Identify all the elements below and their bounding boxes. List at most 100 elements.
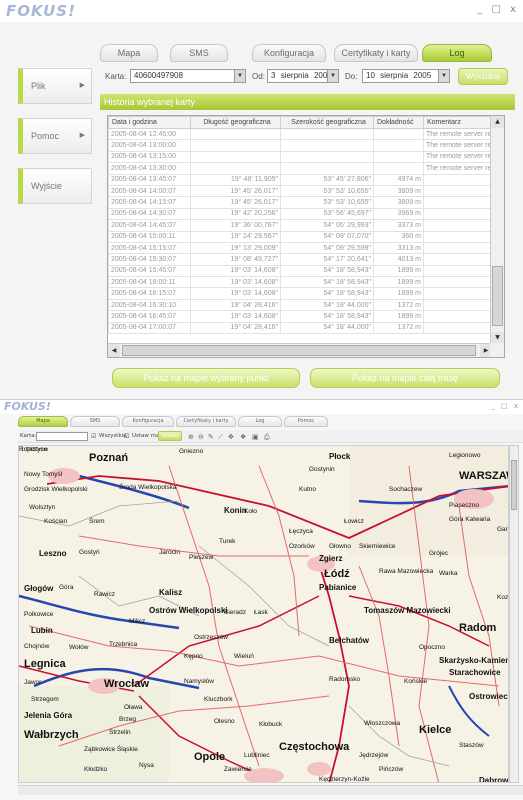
- od-label: Od:: [252, 72, 265, 81]
- od-date-picker[interactable]: 3 sierpnia 2005 ▼: [267, 69, 339, 83]
- map-city-label: Opole: [194, 751, 226, 763]
- window-controls[interactable]: _ □ x: [477, 4, 519, 15]
- cell-date: 2005-08-04 12:45:00: [108, 127, 191, 141]
- map-city-label: Brzeg: [119, 716, 136, 723]
- karta-label: Karta:: [20, 433, 37, 439]
- scroll-thumb[interactable]: [122, 345, 476, 356]
- column-header-accuracy[interactable]: Dokładność: [373, 116, 424, 129]
- map-city-label: Częstochowa: [279, 741, 350, 753]
- filter-bar: Karta: 40600497908 ▼ Od: 3 sierpnia 2005…: [100, 68, 515, 86]
- sidebar-item-plik[interactable]: Plik ▶: [18, 68, 92, 104]
- cell-comment: [423, 253, 492, 266]
- layers-icon[interactable]: ❖: [240, 433, 246, 441]
- sidebar-item-wyjscie[interactable]: Wyjście: [18, 168, 92, 204]
- tab-pomoc[interactable]: Pomoc: [284, 416, 328, 427]
- window-controls[interactable]: _ □ x: [491, 402, 520, 410]
- cell-comment: The remote server retu: [423, 150, 492, 164]
- table-row[interactable]: 2005-08-04 15:30:07 19° 08' 49,727" 54° 17…: [108, 253, 492, 266]
- show-route-on-map-button[interactable]: Pokaż na mapie całą trasę: [310, 368, 500, 388]
- tab-certyfikaty[interactable]: Certyfikaty i karty: [334, 44, 418, 62]
- table-row[interactable]: 2005-08-04 15:00:11 19° 24' 29,567" 54° 09…: [108, 230, 492, 243]
- vertical-scrollbar[interactable]: [509, 445, 519, 783]
- table-row[interactable]: 2005-08-04 13:00:00 The remote server ret…: [108, 139, 492, 152]
- tab-certyfikaty[interactable]: Certyfikaty i karty: [176, 416, 236, 427]
- map-view[interactable]: 1:7480mm Gniezno Płock Legionowo Poznań Nowy…: [18, 445, 509, 783]
- map-city-label: Góra Kalwaria: [449, 516, 491, 523]
- tab-sms[interactable]: SMS: [70, 416, 120, 427]
- column-header-date[interactable]: Data i godzina: [108, 116, 191, 129]
- search-button[interactable]: Szukaj: [158, 431, 182, 441]
- table-row[interactable]: 2005-08-04 16:45:07 19° 03' 14,608" 54° 18…: [108, 310, 492, 323]
- pan-icon[interactable]: ✥: [228, 433, 234, 441]
- cell-comment: [423, 207, 492, 221]
- table-row[interactable]: 2005-08-04 14:00:07 19° 45' 26,017" 53° 53…: [108, 184, 492, 198]
- table-row[interactable]: 2005-08-04 15:15:07 19° 13' 29,009" 54° 09…: [108, 241, 492, 255]
- cell-comment: [423, 298, 492, 312]
- zoom-in-icon[interactable]: ⊕: [188, 433, 194, 441]
- save-icon[interactable]: ▣: [252, 433, 259, 441]
- table-row[interactable]: 2005-08-04 15:45:07 19° 03' 14,608" 54° 18…: [108, 264, 492, 278]
- karta-select[interactable]: [36, 432, 88, 441]
- cell-latitude: 53° 45' 27,806": [280, 173, 374, 186]
- scroll-up-icon[interactable]: ▲: [491, 116, 504, 128]
- table-row[interactable]: 2005-08-04 17:00:07 19° 04' 28,416" 54° 18…: [108, 321, 492, 335]
- map-city-label: Pińczów: [379, 766, 404, 773]
- karta-select[interactable]: 40600497908 ▼: [130, 69, 246, 83]
- checkbox-icon[interactable]: ☑: [124, 433, 129, 440]
- table-row[interactable]: 2005-08-04 12:45:00 The remote server ret…: [108, 127, 492, 141]
- vertical-scrollbar[interactable]: ▲ ▼: [490, 116, 504, 344]
- table-row[interactable]: 2005-08-04 16:15:07 19° 03' 14,608" 54° 18…: [108, 287, 492, 300]
- table-row[interactable]: 2005-08-04 14:45:07 19° 36' 00,767" 54° 05…: [108, 219, 492, 232]
- table-row[interactable]: 2005-08-04 13:45:07 19° 48' 11,905" 53° 45…: [108, 173, 492, 186]
- tab-konfiguracja[interactable]: Konfiguracja: [252, 44, 326, 62]
- pencil-icon[interactable]: ✎: [208, 433, 214, 441]
- map-city-label: Jędrzejów: [359, 752, 389, 759]
- search-button[interactable]: Wyszukaj: [458, 68, 508, 85]
- tab-log[interactable]: Log: [422, 44, 492, 62]
- column-header-longitude[interactable]: Długość geograficzna: [190, 116, 281, 129]
- map-city-label: Rawicz: [94, 591, 115, 598]
- tab-mapa[interactable]: Mapa: [100, 44, 158, 62]
- scroll-thumb[interactable]: [511, 460, 517, 510]
- tab-sms[interactable]: SMS: [170, 44, 228, 62]
- map-city-label: Radom: [459, 622, 497, 634]
- cell-latitude: 54° 17' 20,641": [280, 253, 374, 266]
- title-bar: FOKUS! _ □ x: [0, 400, 523, 414]
- column-header-latitude[interactable]: Szerokość geograficzna: [280, 116, 374, 129]
- map-city-label: Włoszczowa: [364, 720, 401, 727]
- map-city-label: Bełchatów: [329, 636, 370, 645]
- do-date-picker[interactable]: 10 sierpnia 2005 ▼: [362, 69, 450, 83]
- scroll-thumb[interactable]: [492, 266, 503, 326]
- table-row[interactable]: 2005-08-04 13:15:00 The remote server ret…: [108, 150, 492, 164]
- map-city-label: Opoczno: [419, 644, 446, 651]
- checkbox-icon[interactable]: ☑: [91, 433, 96, 440]
- cell-latitude: [280, 162, 374, 175]
- cell-latitude: 54° 18' 44,000": [280, 321, 374, 335]
- tab-mapa[interactable]: Mapa: [18, 416, 68, 427]
- print-icon[interactable]: ⎙: [264, 433, 270, 442]
- cell-date: 2005-08-04 16:15:07: [108, 287, 191, 300]
- cell-accuracy: [373, 162, 424, 175]
- table-row[interactable]: 2005-08-04 14:30:07 19° 42' 20,256" 53° 56…: [108, 207, 492, 221]
- table-row[interactable]: 2005-08-04 13:30:00 The remote server ret…: [108, 162, 492, 175]
- table-row[interactable]: 2005-08-04 14:15:07 19° 45' 26,017" 53° 53…: [108, 196, 492, 209]
- tab-konfiguracja[interactable]: Konfiguracja: [122, 416, 174, 427]
- show-point-on-map-button[interactable]: Pokaż na mapie wybrany punkt: [112, 368, 300, 388]
- table-row[interactable]: 2005-08-04 16:30:10 19° 04' 28,416" 54° 18…: [108, 298, 492, 312]
- scroll-left-icon[interactable]: ◀: [108, 344, 120, 357]
- map-city-label: Płock: [329, 452, 351, 461]
- cell-accuracy: 1899 m: [373, 276, 424, 289]
- cell-longitude: [190, 139, 281, 152]
- ruler-icon[interactable]: ⟋: [218, 433, 223, 442]
- chevron-down-icon: ▼: [234, 70, 245, 82]
- tab-log[interactable]: Log: [238, 416, 282, 427]
- od-month: sierpnia: [280, 71, 309, 80]
- zoom-out-icon[interactable]: ⊖: [198, 433, 204, 441]
- table-row[interactable]: 2005-08-04 16:00:11 19° 03' 14,608" 54° 18…: [108, 276, 492, 289]
- horizontal-scrollbar[interactable]: ◀ ▶: [108, 343, 492, 357]
- cell-accuracy: 1899 m: [373, 287, 424, 300]
- map-city-label: Zgierz: [319, 554, 343, 563]
- column-header-comment[interactable]: Komentarz: [423, 116, 492, 129]
- cell-longitude: 19° 04' 28,416": [190, 321, 281, 335]
- sidebar-item-pomoc[interactable]: Pomoc ▶: [18, 118, 92, 154]
